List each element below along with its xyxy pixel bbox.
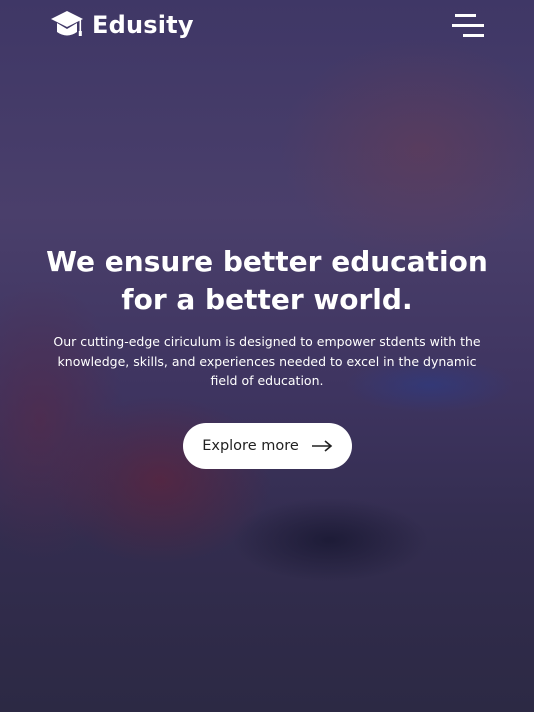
explore-more-label: Explore more xyxy=(202,438,299,454)
hero-content: We ensure better education for a better … xyxy=(0,243,534,391)
hero-title: We ensure better education for a better … xyxy=(0,243,534,319)
brand-name: Edusity xyxy=(92,11,194,39)
hamburger-menu-icon[interactable] xyxy=(452,14,484,38)
header: Edusity xyxy=(0,0,534,52)
graduation-cap-icon xyxy=(51,11,83,36)
hero-title-line2: for a better world. xyxy=(121,283,413,316)
explore-more-button[interactable]: Explore more xyxy=(183,423,352,469)
logo[interactable]: Edusity xyxy=(50,10,194,40)
hero-title-line1: We ensure better education xyxy=(46,245,488,278)
arrow-right-icon xyxy=(311,440,333,452)
hero-subtitle: Our cutting-edge ciriculum is designed t… xyxy=(53,334,481,388)
hero-section: Edusity We ensure better education for a… xyxy=(0,0,534,712)
